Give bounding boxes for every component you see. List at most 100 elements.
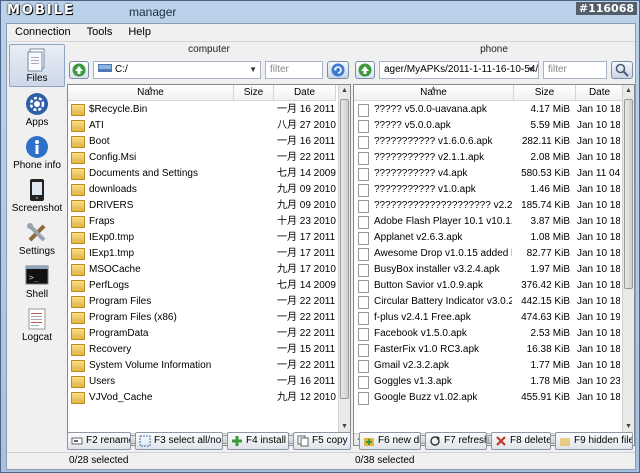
sidebar-item-screenshot[interactable]: Screenshot: [9, 173, 65, 216]
table-row[interactable]: Program Files (x86) 一月 22 2011: [68, 310, 336, 326]
row-date: Jan 10 18: [577, 136, 620, 147]
title-bar[interactable]: MOBILE manager #116068: [1, 1, 639, 23]
table-row[interactable]: ??????????? v1.0.apk 1.46 MiB Jan 10 18: [354, 182, 620, 198]
table-row[interactable]: Boot 一月 16 2011: [68, 134, 336, 150]
row-date: Jan 10 18: [577, 184, 620, 195]
menu-tools[interactable]: Tools: [79, 24, 121, 41]
table-row[interactable]: MSOCache 九月 17 2010: [68, 262, 336, 278]
table-row[interactable]: Awesome Drop v1.0.15 added long 82.77 KiB…: [354, 246, 620, 262]
table-row[interactable]: Adobe Flash Player 10.1 v10.1.105. 3.87 M…: [354, 214, 620, 230]
phone-up-button[interactable]: [355, 61, 375, 79]
row-name: Users: [89, 376, 116, 387]
file-icon: [358, 215, 369, 229]
phone-filter-input[interactable]: filter: [543, 61, 607, 79]
computer-up-button[interactable]: [69, 61, 89, 79]
sidebar-item-apps[interactable]: Apps: [9, 87, 65, 130]
row-size: 3.87 MiB: [530, 216, 570, 227]
table-row[interactable]: $Recycle.Bin 一月 16 2011: [68, 102, 336, 118]
column-name[interactable]: ▲ Name: [354, 85, 514, 100]
table-row[interactable]: ProgramData 一月 22 2011: [68, 326, 336, 342]
table-row[interactable]: Documents and Settings 七月 14 2009: [68, 166, 336, 182]
table-row[interactable]: Button Savior v1.0.9.apk 376.42 KiB Jan 10…: [354, 278, 620, 294]
table-row[interactable]: ATI 八月 27 2010: [68, 118, 336, 134]
row-date: 七月 14 2009: [277, 280, 336, 291]
table-row[interactable]: VJVod_Cache 九月 12 2010: [68, 390, 336, 406]
table-row[interactable]: ??????????? v1.6.0.6.apk 282.11 KiB Jan 10…: [354, 134, 620, 150]
hidden-files-button[interactable]: F9 hidden files: [555, 432, 633, 450]
computer-path-combo[interactable]: C:/ ▼: [93, 61, 261, 79]
computer-filter-input[interactable]: filter: [265, 61, 323, 79]
table-row[interactable]: ????? v5.0.0-uavana.apk 4.17 MiB Jan 10 18: [354, 102, 620, 118]
column-date[interactable]: Date: [274, 85, 336, 100]
table-row[interactable]: BusyBox installer v3.2.4.apk 1.97 MiB Jan …: [354, 262, 620, 278]
table-row[interactable]: FasterFix v1.0 RC3.apk 16.38 KiB Jan 10 18: [354, 342, 620, 358]
table-row[interactable]: System Volume Information 一月 22 2011: [68, 358, 336, 374]
table-row[interactable]: ??????????? v4.apk 580.53 KiB Jan 11 04: [354, 166, 620, 182]
table-row[interactable]: Google Buzz v1.02.apk 455.91 KiB Jan 10 18: [354, 390, 620, 406]
app-subtitle: manager: [129, 5, 177, 19]
delete-button[interactable]: F8 delete: [491, 432, 551, 450]
table-row[interactable]: Fraps 十月 23 2010: [68, 214, 336, 230]
select-all-button[interactable]: F3 select all/none: [135, 432, 223, 450]
sidebar-item-phone-info[interactable]: Phone info: [9, 130, 65, 173]
row-size: 1.46 MiB: [530, 184, 570, 195]
column-name[interactable]: ▲ Name: [68, 85, 234, 100]
table-row[interactable]: Program Files 一月 22 2011: [68, 294, 336, 310]
computer-vscroll-thumb[interactable]: [340, 99, 349, 399]
computer-vscroll[interactable]: ▲ ▼: [338, 85, 350, 433]
table-row[interactable]: IExp0.tmp 一月 17 2011: [68, 230, 336, 246]
copy-button[interactable]: F5 copy: [293, 432, 351, 450]
table-row[interactable]: Goggles v1.3.apk 1.78 MiB Jan 10 23: [354, 374, 620, 390]
folder-icon: [71, 120, 85, 132]
file-icon: [358, 151, 369, 165]
row-name: Gmail v2.3.2.apk: [374, 360, 450, 371]
menu-connection[interactable]: Connection: [7, 24, 79, 41]
table-row[interactable]: f-plus v2.4.1 Free.apk 474.63 KiB Jan 10 1…: [354, 310, 620, 326]
table-row[interactable]: IExp1.tmp 一月 17 2011: [68, 246, 336, 262]
table-row[interactable]: DRIVERS 九月 09 2010: [68, 198, 336, 214]
install-button[interactable]: F4 install: [227, 432, 289, 450]
row-date: 八月 27 2010: [277, 120, 336, 131]
sidebar-item-settings[interactable]: Settings: [9, 216, 65, 259]
column-size[interactable]: Size: [234, 85, 274, 100]
row-size: 376.42 KiB: [521, 280, 570, 291]
row-name: Adobe Flash Player 10.1 v10.1.105.: [374, 216, 512, 227]
phone-status: 0/38 selected: [355, 455, 415, 466]
scroll-up-icon[interactable]: ▲: [623, 85, 634, 97]
refresh-button[interactable]: F7 refresh: [425, 432, 487, 450]
scroll-up-icon[interactable]: ▲: [339, 85, 350, 97]
table-row[interactable]: Gmail v2.3.2.apk 1.77 MiB Jan 10 18: [354, 358, 620, 374]
new-dir-button[interactable]: F6 new dir: [359, 432, 421, 450]
column-size[interactable]: Size: [514, 85, 576, 100]
menu-help[interactable]: Help: [120, 24, 159, 41]
computer-file-list[interactable]: ▲ Name Size Date $Recycle.Bin 一月 16 2011 AT…: [67, 84, 351, 446]
column-date[interactable]: Date: [576, 85, 624, 100]
table-row[interactable]: Circular Battery Indicator v3.0.2.apk 442…: [354, 294, 620, 310]
phone-vscroll[interactable]: ▲ ▼: [622, 85, 634, 433]
computer-refresh-button[interactable]: [327, 61, 349, 79]
rename-button[interactable]: F2 rename: [67, 432, 131, 450]
table-row[interactable]: Applanet v2.6.3.apk 1.08 MiB Jan 10 18: [354, 230, 620, 246]
table-row[interactable]: downloads 九月 09 2010: [68, 182, 336, 198]
phone-path-combo[interactable]: ager/MyAPKs/2011-1-11-16-10-54/ ▼: [379, 61, 539, 79]
table-row[interactable]: Facebook v1.5.0.apk 2.53 MiB Jan 10 18: [354, 326, 620, 342]
file-icon: [358, 279, 369, 293]
new-dir-label: F6 new dir: [378, 435, 421, 446]
sidebar-item-logcat[interactable]: Logcat: [9, 302, 65, 345]
row-date: 一月 17 2011: [277, 232, 336, 243]
sidebar-item-shell[interactable]: >_ Shell: [9, 259, 65, 302]
table-row[interactable]: ??????????? v2.1.1.apk 2.08 MiB Jan 10 18: [354, 150, 620, 166]
sort-up-icon: ▲: [430, 85, 437, 92]
table-row[interactable]: Config.Msi 一月 22 2011: [68, 150, 336, 166]
phone-search-button[interactable]: [611, 61, 633, 79]
table-row[interactable]: ????? v5.0.0.apk 5.59 MiB Jan 10 18: [354, 118, 620, 134]
row-size: 5.59 MiB: [530, 120, 570, 131]
table-row[interactable]: Recovery 一月 15 2011: [68, 342, 336, 358]
table-row[interactable]: Users 一月 16 2011: [68, 374, 336, 390]
phone-list-header: ▲ Name Size Date: [354, 85, 624, 101]
phone-file-list[interactable]: ▲ Name Size Date ????? v5.0.0-uavana.apk 4…: [353, 84, 635, 446]
phone-vscroll-thumb[interactable]: [624, 99, 633, 289]
sidebar-item-files[interactable]: Files: [9, 44, 65, 87]
table-row[interactable]: ????????????????????? v2.2.0.apk 185.74 K…: [354, 198, 620, 214]
table-row[interactable]: PerfLogs 七月 14 2009: [68, 278, 336, 294]
